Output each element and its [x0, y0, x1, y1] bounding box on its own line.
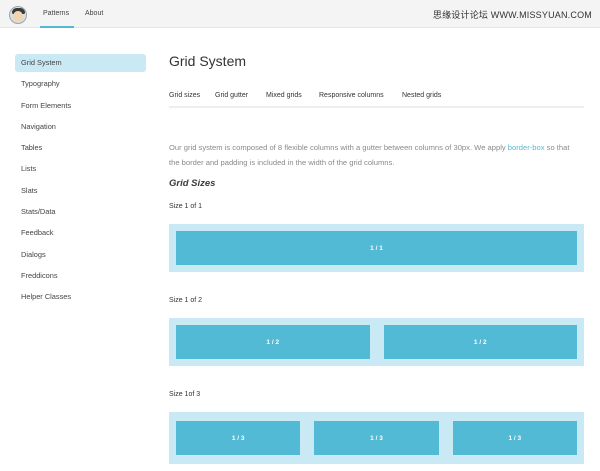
size-label-1-of-3: Size 1of 3 [169, 391, 201, 398]
intro-paragraph: Our grid system is composed of 8 flexibl… [169, 140, 579, 170]
grid-column: 1 / 2 [383, 325, 577, 359]
watermark-text: 思缘设计论坛 WWW.MISSYUAN.COM [432, 10, 592, 20]
sidebar-item-form-elements[interactable]: Form Elements [15, 97, 146, 118]
grid-row-1-of-2: 1 / 2 1 / 2 [169, 318, 584, 366]
sidebar-item-slats[interactable]: Slats [15, 182, 146, 203]
grid-cell: 1 / 3 [176, 412, 301, 464]
grid-column: 1 / 2 [176, 325, 370, 359]
sidebar-item-dialogs[interactable]: Dialogs [15, 246, 146, 267]
tab-grid-sizes[interactable]: Grid sizes [169, 92, 200, 99]
grid-cell: 1 / 2 [383, 318, 577, 366]
tab-nested-grids[interactable]: Nested grids [402, 92, 441, 99]
grid-row-1-of-3: 1 / 3 1 / 3 1 / 3 [169, 412, 584, 464]
freddie-logo-icon[interactable] [9, 6, 27, 24]
grid-column: 1 / 1 [176, 231, 577, 265]
logo-face [13, 11, 23, 22]
sidebar-item-grid-system[interactable]: Grid System [15, 54, 146, 72]
sidebar-item-helper-classes[interactable]: Helper Classes [15, 288, 146, 309]
tab-responsive-columns[interactable]: Responsive columns [319, 92, 384, 99]
grid-sizes-heading: Grid Sizes [169, 178, 216, 189]
nav-patterns-link[interactable]: Patterns [43, 10, 69, 17]
intro-text-before: Our grid system is composed of 8 flexibl… [169, 143, 508, 152]
sidebar-item-feedback[interactable]: Feedback [15, 224, 146, 245]
top-bar: Patterns About 思缘设计论坛 WWW.MISSYUAN.COM [0, 0, 600, 28]
sidebar-item-lists[interactable]: Lists [15, 160, 146, 181]
grid-column: 1 / 3 [452, 421, 577, 455]
size-label-1-of-1: Size 1 of 1 [169, 203, 203, 210]
sidebar-item-stats-data[interactable]: Stats/Data [15, 203, 146, 224]
sidebar-nav: Grid System Typography Form Elements Nav… [15, 54, 146, 310]
grid-cell: 1 / 2 [176, 318, 370, 366]
tab-mixed-grids[interactable]: Mixed grids [266, 92, 302, 99]
grid-row-1-of-1: 1 / 1 [169, 224, 584, 272]
grid-cell: 1 / 3 [452, 412, 577, 464]
sidebar-item-tables[interactable]: Tables [15, 139, 146, 160]
border-box-link[interactable]: border-box [508, 143, 545, 152]
nav-about-link[interactable]: About [85, 10, 103, 17]
page-title: Grid System [169, 53, 247, 69]
grid-cell: 1 / 1 [176, 224, 577, 272]
grid-column: 1 / 3 [176, 421, 301, 455]
tab-grid-gutter[interactable]: Grid gutter [215, 92, 248, 99]
sidebar-item-navigation[interactable]: Navigation [15, 118, 146, 139]
size-label-1-of-2: Size 1 of 2 [169, 297, 203, 304]
section-tabs: Grid sizes Grid gutter Mixed grids Respo… [169, 92, 584, 108]
active-nav-indicator [40, 26, 74, 28]
grid-cell: 1 / 3 [314, 412, 439, 464]
grid-column: 1 / 3 [314, 421, 439, 455]
sidebar-item-typography[interactable]: Typography [15, 75, 146, 96]
sidebar-item-freddicons[interactable]: Freddicons [15, 267, 146, 288]
